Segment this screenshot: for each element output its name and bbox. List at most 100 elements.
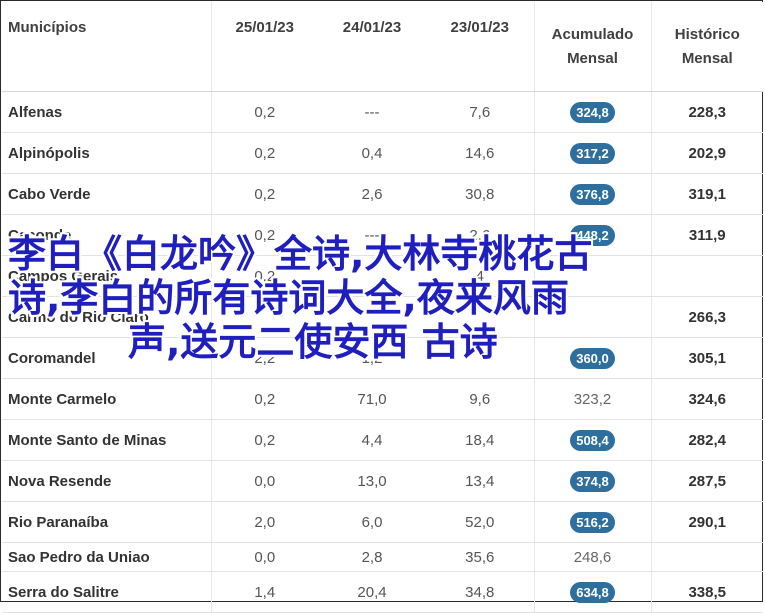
date-2-cell: 4,4 (318, 419, 426, 461)
date-3-cell (426, 337, 535, 379)
date-1-cell: 2,2 (211, 337, 318, 379)
acumulado-cell (534, 255, 652, 297)
acumulado-badge: 324,8 (570, 101, 615, 123)
historico-cell: 228,3 (651, 91, 763, 133)
date-3-cell (426, 296, 535, 338)
acumulado-badge: 448,2 (570, 224, 615, 246)
historico-cell: 287,5 (651, 460, 763, 502)
date-3-cell: 35,6 (426, 542, 535, 572)
date-1-cell: 0,2 (211, 255, 318, 297)
acumulado-cell: 448,2 (534, 214, 652, 256)
historico-cell (651, 542, 763, 572)
municipio-cell: Caconde (2, 214, 212, 256)
date-2-cell: 1,2 (318, 337, 426, 379)
date-2-cell: --- (318, 91, 426, 133)
acumulado-badge: 508,4 (570, 429, 615, 451)
header-historico-line1: Histórico (674, 25, 740, 43)
table-row: Sao Pedro da Uniao 0,0 2,8 35,6 248,6 (2, 542, 763, 572)
date-3-cell: 52,0 (426, 501, 535, 543)
header-historico-line2: Mensal (681, 49, 733, 67)
historico-cell: 282,4 (651, 419, 763, 461)
date-2-cell: 13,0 (318, 460, 426, 502)
acumulado-cell: 248,6 (534, 542, 652, 572)
municipio-cell: Alpinópolis (2, 132, 212, 174)
date-1-cell: 0,2 (211, 419, 318, 461)
table-row: Campos Gerais 0,2 4 (2, 255, 763, 297)
acumulado-cell: 516,2 (534, 501, 652, 543)
date-2-cell: 0,4 (318, 132, 426, 174)
date-2-cell (318, 255, 426, 297)
acumulado-badge: 374,8 (570, 470, 615, 492)
date-1-cell: 0,2 (211, 91, 318, 133)
date-1-cell: 0,2 (211, 378, 318, 420)
acumulado-cell: 324,8 (534, 91, 652, 133)
historico-cell: 319,1 (651, 173, 763, 215)
date-2-cell: 20,4 (318, 571, 426, 613)
acumulado-badge: 516,2 (570, 511, 615, 533)
date-2-cell: --- (318, 214, 426, 256)
acumulado-badge: 376,8 (570, 183, 615, 205)
table-row: Carmo do Rio Claro 266,3 (2, 296, 763, 338)
acumulado-badge: 317,2 (570, 142, 615, 164)
acumulado-cell: 323,2 (534, 378, 652, 420)
table-row: Alpinópolis 0,2 0,4 14,6 317,2 202,9 (2, 132, 763, 174)
municipio-cell: Monte Santo de Minas (2, 419, 212, 461)
screenshot-frame: Municípios 25/01/23 24/01/23 23/01/23 Ac… (0, 0, 763, 613)
table-row: Rio Paranaíba 2,0 6,0 52,0 516,2 290,1 (2, 501, 763, 543)
date-3-cell: 9,6 (426, 378, 535, 420)
acumulado-cell: 374,8 (534, 460, 652, 502)
header-date-2[interactable]: 24/01/23 (318, 2, 426, 92)
historico-cell: 311,9 (651, 214, 763, 256)
header-date-1[interactable]: 25/01/23 (211, 2, 318, 92)
acumulado-cell: 508,4 (534, 419, 652, 461)
date-2-cell: 71,0 (318, 378, 426, 420)
date-3-cell: 7,6 (426, 91, 535, 133)
date-2-cell: 2,8 (318, 542, 426, 572)
municipio-cell: Serra do Salitre (2, 571, 212, 613)
historico-cell: 266,3 (651, 296, 763, 338)
table-row: Monte Carmelo 0,2 71,0 9,6 323,2 324,6 (2, 378, 763, 420)
date-3-cell: 34,8 (426, 571, 535, 613)
header-acumulado-line1: Acumulado (551, 25, 634, 43)
table-row: Nova Resende 0,0 13,0 13,4 374,8 287,5 (2, 460, 763, 502)
header-acumulado-line2: Mensal (567, 49, 618, 67)
date-3-cell: 13,4 (426, 460, 535, 502)
date-1-cell: 1,4 (211, 571, 318, 613)
rainfall-table: Municípios 25/01/23 24/01/23 23/01/23 Ac… (2, 2, 763, 613)
table-row: Caconde 0,2 --- 2,6 448,2 311,9 (2, 214, 763, 256)
table-row: Serra do Salitre 1,4 20,4 34,8 634,8 338,5 (2, 571, 763, 613)
date-3-cell: 2,6 (426, 214, 535, 256)
date-1-cell: 2,0 (211, 501, 318, 543)
date-1-cell: 0,2 (211, 132, 318, 174)
historico-cell: 290,1 (651, 501, 763, 543)
acumulado-cell: 317,2 (534, 132, 652, 174)
acumulado-cell: 376,8 (534, 173, 652, 215)
historico-cell: 324,6 (651, 378, 763, 420)
municipio-cell: Sao Pedro da Uniao (2, 542, 212, 572)
date-1-cell: 0,2 (211, 214, 318, 256)
acumulado-cell (534, 296, 652, 338)
date-3-cell: 4 (426, 255, 535, 297)
date-3-cell: 30,8 (426, 173, 535, 215)
table-row: Cabo Verde 0,2 2,6 30,8 376,8 319,1 (2, 173, 763, 215)
historico-cell: 202,9 (651, 132, 763, 174)
table-row: Coromandel 2,2 1,2 360,0 305,1 (2, 337, 763, 379)
municipio-cell: Campos Gerais (2, 255, 212, 297)
date-1-cell: 0,2 (211, 173, 318, 215)
acumulado-badge: 360,0 (570, 347, 615, 369)
table-header-row: Municípios 25/01/23 24/01/23 23/01/23 Ac… (2, 2, 763, 92)
header-historico[interactable]: Histórico Mensal (651, 2, 763, 92)
historico-cell: 338,5 (651, 571, 763, 613)
date-2-cell (318, 296, 426, 338)
municipio-cell: Rio Paranaíba (2, 501, 212, 543)
header-date-3[interactable]: 23/01/23 (426, 2, 535, 92)
table-row: Monte Santo de Minas 0,2 4,4 18,4 508,4 282,4 (2, 419, 763, 461)
header-municipios[interactable]: Municípios (2, 2, 212, 92)
header-acumulado[interactable]: Acumulado Mensal (534, 2, 652, 92)
date-3-cell: 18,4 (426, 419, 535, 461)
date-1-cell (211, 296, 318, 338)
table-row: Alfenas 0,2 --- 7,6 324,8 228,3 (2, 91, 763, 133)
date-2-cell: 2,6 (318, 173, 426, 215)
municipio-cell: Nova Resende (2, 460, 212, 502)
acumulado-badge: 634,8 (570, 581, 615, 603)
